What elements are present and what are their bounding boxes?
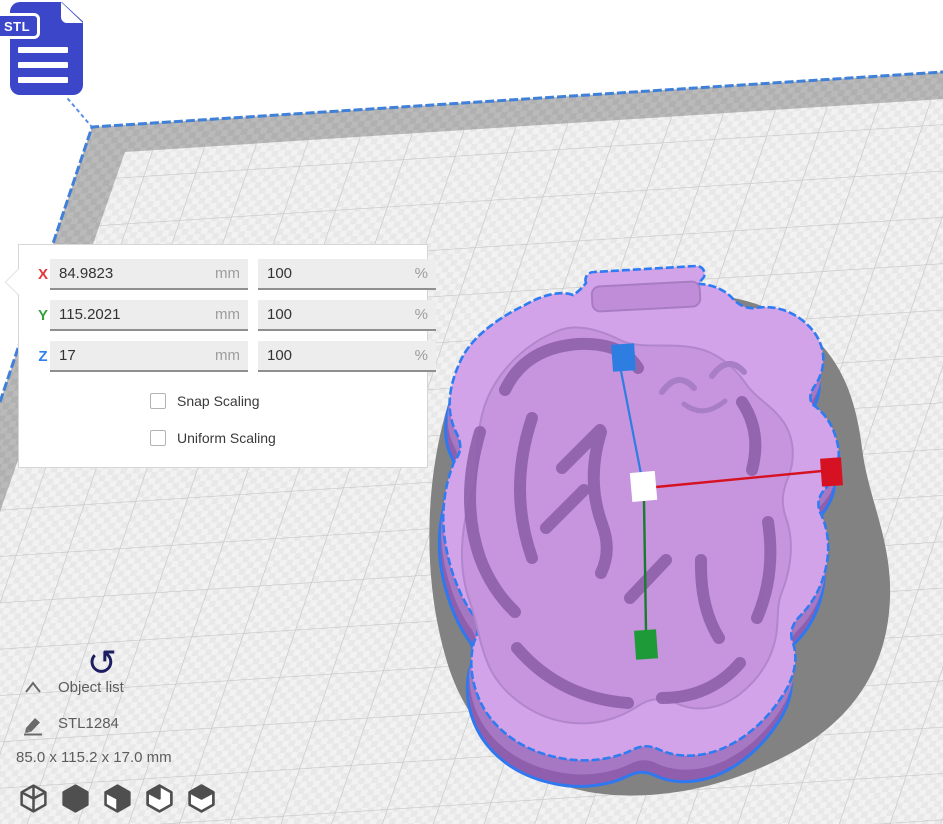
expand-object-list-icon[interactable] xyxy=(23,678,43,696)
scale-y-mm-input[interactable] xyxy=(50,300,248,329)
snap-scaling-checkbox[interactable] xyxy=(150,393,166,409)
build-volume-vertical-edge xyxy=(63,93,91,126)
scale-y-percent-input[interactable] xyxy=(258,300,436,329)
snap-scaling-option: Snap Scaling xyxy=(150,392,260,410)
scale-tool-panel: X mm % Y mm % Z mm xyxy=(18,244,428,468)
scale-handle-y[interactable] xyxy=(634,629,658,659)
object-list-toggle[interactable]: Object list xyxy=(58,679,124,696)
scale-row-y: Y mm % xyxy=(19,300,427,331)
stl-file-icon: STL xyxy=(0,0,93,97)
uniform-scaling-label: Uniform Scaling xyxy=(177,430,276,446)
object-name[interactable]: STL1284 xyxy=(58,715,119,732)
camera-view-toolbar xyxy=(18,783,217,814)
viewport[interactable]: STL X mm % Y mm % xyxy=(0,0,943,824)
model-dimensions: 85.0 x 115.2 x 17.0 mm xyxy=(16,749,172,766)
keychain-tab-slot xyxy=(591,281,700,312)
scale-z-mm-input[interactable] xyxy=(50,341,248,370)
scale-x-mm-input[interactable] xyxy=(50,259,248,288)
scale-row-z: Z mm % xyxy=(19,341,427,372)
view-top-icon[interactable] xyxy=(102,783,133,814)
scale-x-percent-input[interactable] xyxy=(258,259,436,288)
model-cat-mold[interactable] xyxy=(439,266,839,786)
view-front-icon[interactable] xyxy=(60,783,91,814)
panel-caret xyxy=(6,269,19,295)
uniform-scaling-checkbox[interactable] xyxy=(150,430,166,446)
snap-scaling-label: Snap Scaling xyxy=(177,393,260,409)
scale-handle-center[interactable] xyxy=(630,471,657,502)
scale-row-x: X mm % xyxy=(19,259,427,290)
view-right-icon[interactable] xyxy=(186,783,217,814)
scale-z-percent-input[interactable] xyxy=(258,341,436,370)
uniform-scaling-option: Uniform Scaling xyxy=(150,429,276,447)
view-3d-icon[interactable] xyxy=(18,783,49,814)
stl-badge: STL xyxy=(0,13,40,39)
scale-handle-z[interactable] xyxy=(611,343,636,372)
edit-pencil-icon xyxy=(22,712,46,736)
scale-handle-x[interactable] xyxy=(820,457,843,486)
view-left-icon[interactable] xyxy=(144,783,175,814)
